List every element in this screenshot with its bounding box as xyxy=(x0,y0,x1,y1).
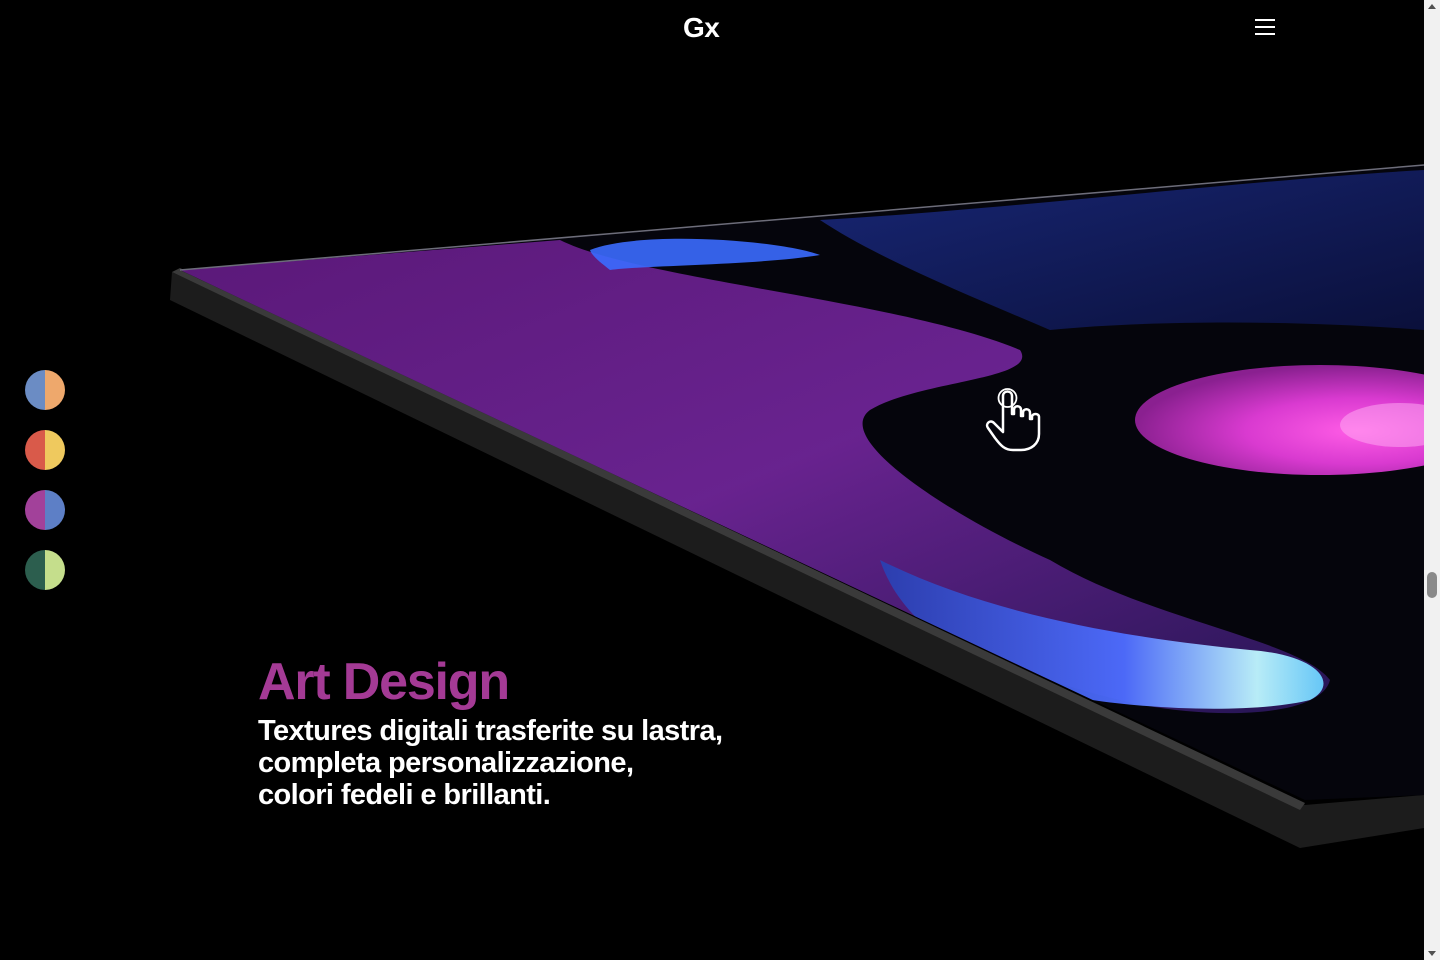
glass-panel-artwork xyxy=(170,164,1424,848)
hamburger-menu-button[interactable] xyxy=(1253,16,1279,38)
hero-subtitle-line: colori fedeli e brillanti. xyxy=(258,779,551,811)
menu-line xyxy=(1255,26,1275,28)
scroll-up-icon[interactable] xyxy=(1428,4,1436,9)
page: Gx Art Design Textures digitali trasferi… xyxy=(0,0,1440,960)
main-area: Gx Art Design Textures digitali trasferi… xyxy=(0,0,1424,960)
swatch-blue-orange[interactable] xyxy=(25,370,65,410)
hero-title: Art Design xyxy=(258,653,510,711)
menu-line xyxy=(1255,33,1275,35)
swatch-green-lime[interactable] xyxy=(25,550,65,590)
hero-subtitle-line: completa personalizzazione, xyxy=(258,747,634,779)
scroll-down-icon[interactable] xyxy=(1428,951,1436,956)
hero-subtitle: Textures digitali trasferite su lastra, … xyxy=(258,715,878,811)
scrollbar-thumb[interactable] xyxy=(1427,572,1437,598)
hero-subtitle-line: Textures digitali trasferite su lastra, xyxy=(258,715,723,747)
vertical-scrollbar[interactable] xyxy=(1424,0,1440,960)
swatch-magenta-blue[interactable] xyxy=(25,490,65,530)
hand-pointer-icon xyxy=(985,388,1041,452)
swatch-red-yellow[interactable] xyxy=(25,430,65,470)
brand-logo[interactable]: Gx xyxy=(683,12,720,44)
color-swatch-list xyxy=(25,370,65,610)
menu-line xyxy=(1255,19,1275,21)
